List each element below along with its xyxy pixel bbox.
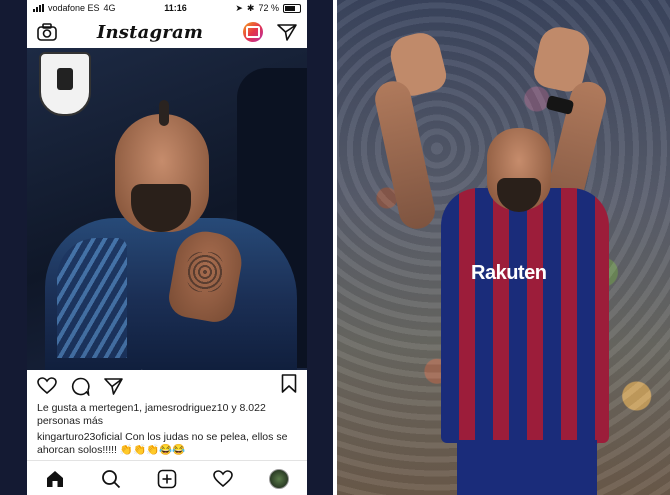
post-actions [27, 372, 307, 400]
status-bar: vodafone ES 4G 11:16 ➤ ✱ 72 % [27, 0, 307, 16]
bluetooth-icon: ✱ [246, 2, 255, 13]
comment-username[interactable]: kingarturo23oficial [37, 431, 122, 443]
add-post-icon[interactable] [157, 469, 177, 489]
carrier-label: vodafone ES [48, 3, 100, 13]
post-caption: Le gusta a mertegen1, jamesrodriguez10 y… [37, 402, 299, 457]
post-photo[interactable]: ✓ [27, 48, 307, 370]
network-label: 4G [103, 3, 116, 13]
shirt-sponsor: Rakuten [471, 262, 547, 284]
left-panel: vodafone ES 4G 11:16 ➤ ✱ 72 % Instagram [0, 0, 333, 495]
comment: kingarturo23oficial Con los judas no se … [37, 431, 299, 457]
bookmark-icon[interactable] [281, 374, 297, 393]
nike-logo: ✓ [133, 366, 145, 370]
search-icon[interactable] [101, 469, 121, 489]
share-icon[interactable] [104, 377, 123, 395]
app-title: Instagram [96, 21, 204, 43]
igtv-icon[interactable] [242, 22, 263, 42]
comment-icon[interactable] [71, 377, 90, 396]
profile-avatar[interactable] [269, 468, 289, 489]
stadium-photo: Rakuten [337, 0, 670, 495]
bottom-tab-bar [27, 460, 307, 495]
barcelona-shirt [441, 188, 609, 443]
likes-text: Le gusta a mertegen1, jamesrodriguez10 y… [37, 402, 266, 427]
location-icon: ➤ [235, 2, 243, 13]
heart-icon[interactable] [37, 377, 57, 395]
signal-icon [33, 4, 44, 12]
camera-icon[interactable] [37, 23, 57, 41]
valencia-crest [39, 52, 91, 116]
instagram-screenshot: vodafone ES 4G 11:16 ➤ ✱ 72 % Instagram [27, 0, 307, 495]
clock: 11:16 [164, 3, 187, 13]
home-icon[interactable] [45, 469, 65, 489]
battery-label: 72 % [258, 3, 279, 13]
activity-heart-icon[interactable] [213, 469, 233, 488]
instagram-header: Instagram [27, 16, 307, 49]
battery-icon [282, 3, 301, 13]
direct-message-icon[interactable] [277, 23, 297, 41]
shorts [457, 440, 597, 495]
